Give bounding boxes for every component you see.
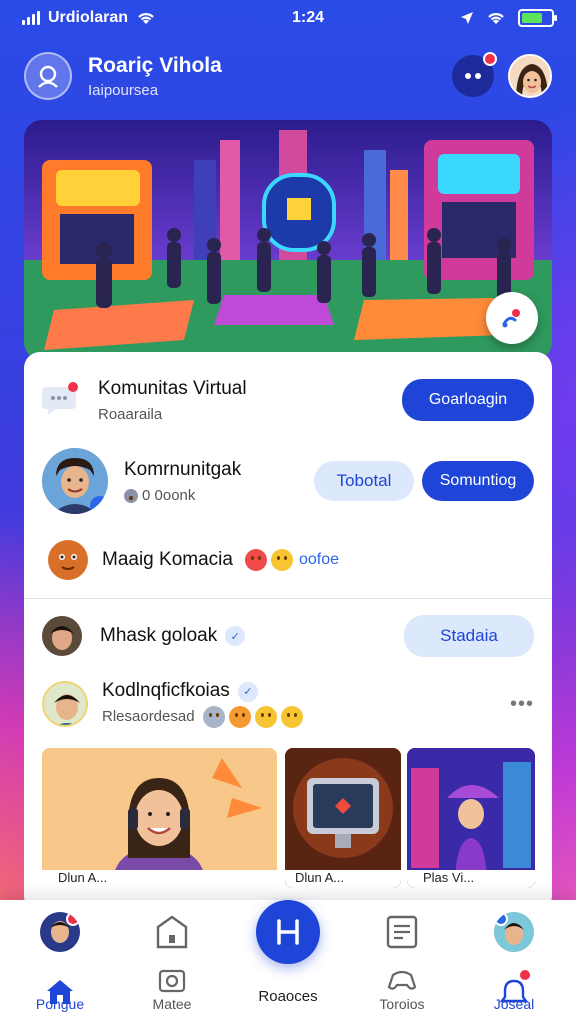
feed-user-row: Mhask goloak ✓ Stadaia [24,614,552,658]
section-reactions: Maaig Komacia oofoe [24,538,552,582]
more-options-icon[interactable]: ••• [510,693,534,716]
thumbnail-card[interactable]: Dlun A... [42,748,277,888]
bottom-navigation: Pongue Matee Roaoces Toroios Joseal [0,900,576,1024]
smile-emoji-icon [270,549,293,571]
search-community-button[interactable]: Somuntiog [422,461,534,501]
user-name: Kodlnqficfkoias [102,680,230,701]
tablet-illustration [285,748,401,888]
nav-label: Pongue [35,996,85,1012]
nav-label: Roaoces [258,988,318,1005]
messages-button[interactable] [452,52,497,97]
nav-item-journal[interactable]: Joseal [466,912,562,1012]
sparkle-icon [502,309,520,328]
app-header: Roariç Vihola Iaipoursea [24,48,552,104]
wifi-icon [138,13,154,24]
create-button[interactable] [256,900,320,964]
member-count: 0 0oonk [142,486,196,504]
member-avatar[interactable]: ✓ [42,448,108,514]
verified-icon: ✓ [225,626,246,646]
notification-badge [66,912,80,926]
woman-headphones-illustration [42,748,277,888]
user-subtitle: Rlesaordesad [102,707,195,725]
reaction-title: Maaig Komacia [102,549,233,570]
arcade-scene-illustration [24,120,552,360]
arcade-girl-illustration [407,748,535,888]
chat-bubble-icon [42,381,80,419]
nav-item-topics[interactable]: Toroios [354,912,450,1012]
gamepad-icon [382,960,422,1000]
thumbnail-caption: Dlun A... [285,870,401,888]
thumbnail-caption: Dlun A... [42,870,277,888]
thumbnail-card[interactable]: Plas Vi... [407,748,535,888]
feed-user-row: Kodlnqficfkoias ✓ Rlesaordesad ••• [24,676,552,732]
status-button[interactable]: Stadaia [404,615,534,657]
carrier-name: Urdiolaran [48,9,129,26]
header-title: Roariç Vihola [88,53,222,77]
join-button[interactable]: Goarloagin [402,379,534,421]
wifi-icon [488,13,504,24]
house-outline-icon [152,912,192,952]
divider [24,598,552,599]
group-icon [124,488,138,503]
hero-arcade-image[interactable] [24,120,552,360]
reaction-text: oofoe [298,551,339,568]
thumbnail-card[interactable]: Dlun A... [285,748,401,888]
status-bar: Urdiolaran 1:24 [0,0,576,36]
nav-label: Matee [152,996,192,1012]
section-community-member: ✓ Komrnunitgak 0 0oonk Tobotal Somuntiog [24,446,552,516]
nav-avatar [40,912,80,952]
section-subtitle: Roaaraila [98,405,163,423]
people-search-icon [38,65,58,88]
community-card: Komunitas Virtual Roaaraila Goarloagin ✓… [24,352,552,912]
hashtag-icon [277,919,299,945]
section-virtual-community: Komunitas Virtual Roaaraila Goarloagin [24,372,552,428]
emoji-icon [202,706,225,728]
nav-avatar [494,912,534,952]
angry-emoji-icon [244,549,267,571]
member-name: Komrnunitgak [124,458,242,480]
emoji-icon [254,706,277,728]
section-title: Komunitas Virtual [98,377,247,399]
emoji-icon [228,706,251,728]
document-icon [382,912,422,952]
thumbnail-caption: Plas Vi... [407,870,535,888]
battery-icon [517,9,557,27]
nav-label: Joseal [493,996,535,1012]
photo-icon [152,960,192,1000]
nav-item-media[interactable]: Matee [124,912,220,1012]
community-logo-button[interactable] [24,52,72,100]
notification-badge [518,968,532,982]
mascot-icon [48,540,88,580]
header-subtitle: Iaipoursea [88,81,159,99]
user-avatar[interactable] [42,616,82,656]
chat-dots-icon [465,73,481,79]
notification-badge [494,912,508,926]
signal-icon [22,11,40,25]
user-name: Mhask goloak [100,625,218,646]
status-time: 1:24 [291,9,325,26]
verified-icon: ✓ [237,681,258,702]
emoji-icon [280,706,303,728]
total-button[interactable]: Tobotal [314,461,414,501]
nav-label: Toroios [379,996,425,1012]
hero-action-button[interactable] [486,292,538,344]
notification-badge [483,52,497,66]
profile-avatar[interactable] [508,54,552,98]
nav-item-home[interactable]: Pongue [12,912,108,1012]
verified-icon: ✓ [90,496,108,514]
user-avatar[interactable] [42,681,88,727]
location-arrow-icon [460,12,473,24]
